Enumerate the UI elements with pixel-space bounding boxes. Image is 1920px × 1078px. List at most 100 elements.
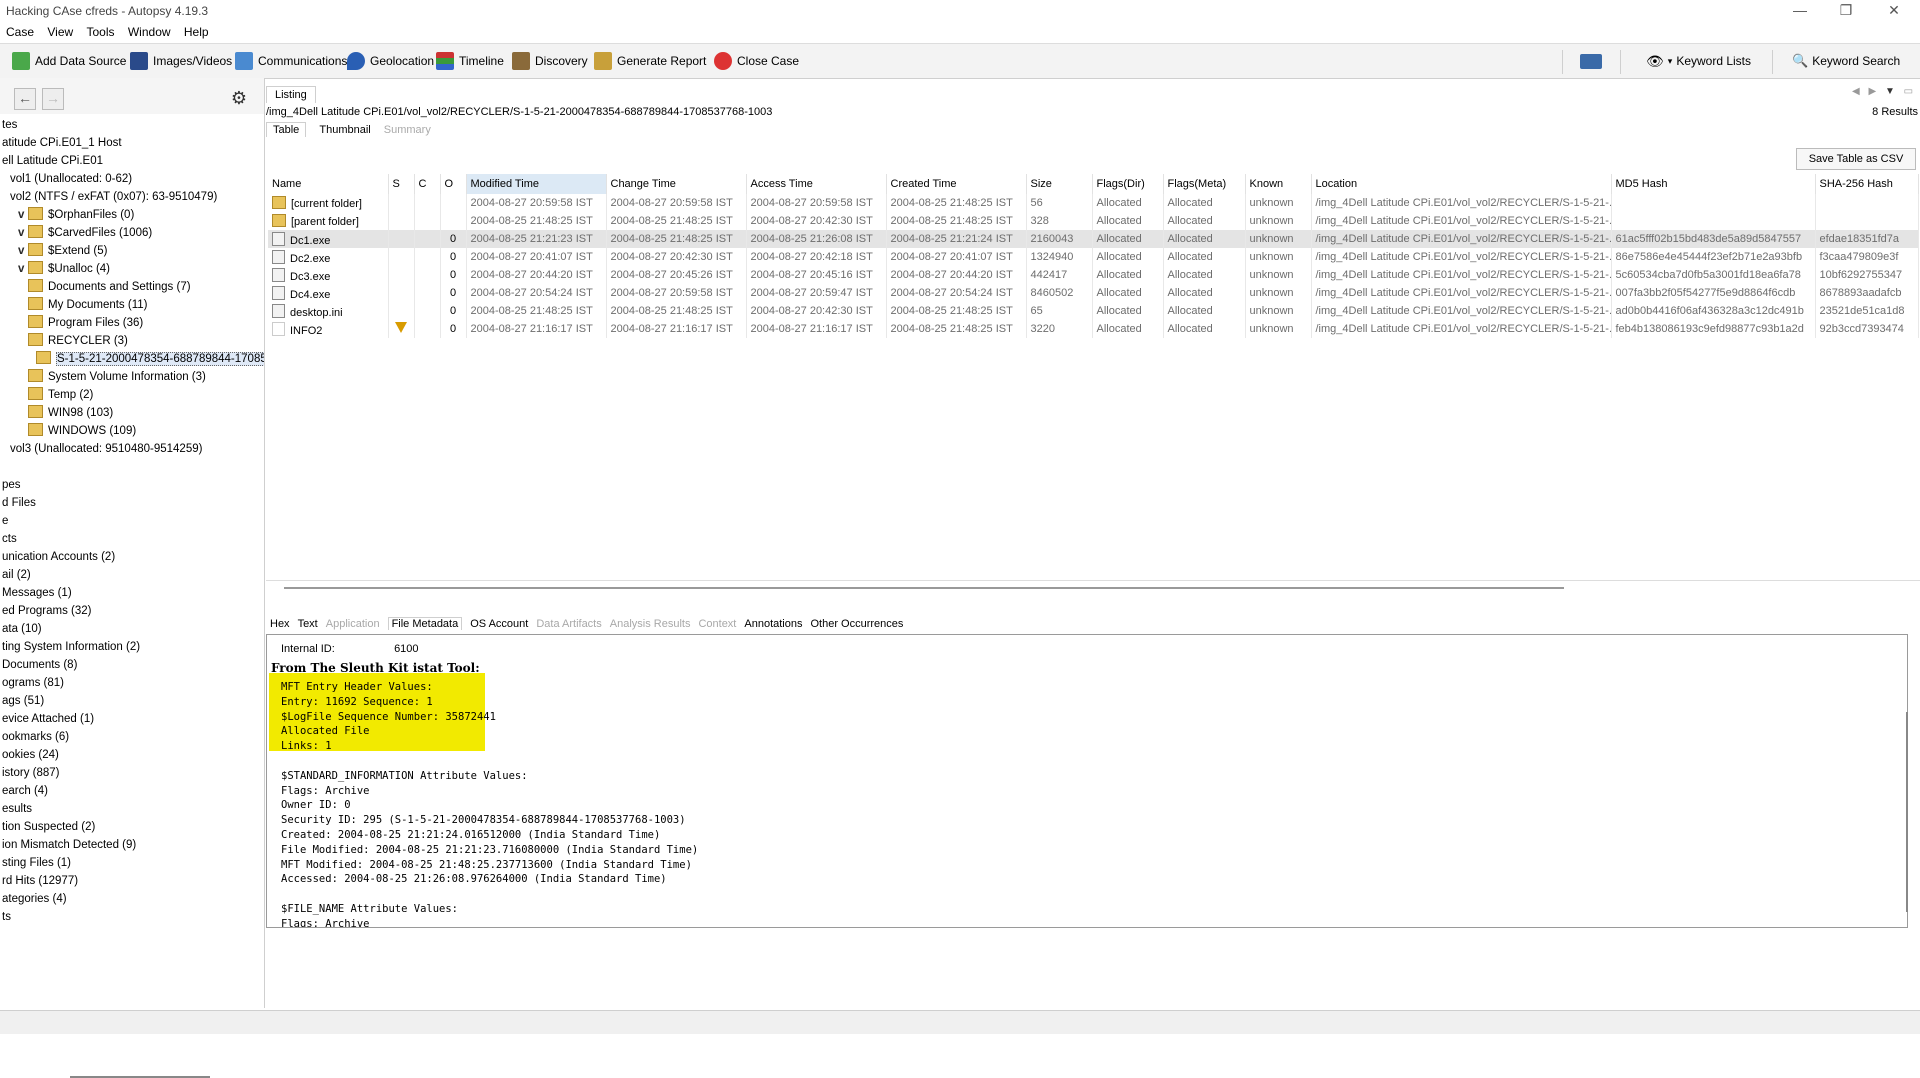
- tree-node[interactable]: WIN98 (103): [0, 404, 264, 422]
- column-header[interactable]: Change Time: [606, 174, 747, 194]
- expand-toggle-icon[interactable]: v: [18, 224, 28, 242]
- tree-node[interactable]: v $Unalloc (4): [0, 260, 264, 278]
- tree-node[interactable]: Messages (1): [0, 584, 264, 602]
- tree-node[interactable]: ed Programs (32): [0, 602, 264, 620]
- column-header[interactable]: Created Time: [886, 174, 1027, 194]
- maximize-button[interactable]: ❐: [1826, 2, 1866, 19]
- menu-window[interactable]: Window: [128, 22, 171, 39]
- tree-node[interactable]: sting Files (1): [0, 854, 264, 872]
- tab-data-artifacts[interactable]: Data Artifacts: [536, 618, 601, 630]
- keyword-search-button[interactable]: 🔍 Keyword Search: [1792, 51, 1900, 71]
- tree-node[interactable]: v $Extend (5): [0, 242, 264, 260]
- tree-node[interactable]: cts: [0, 530, 264, 548]
- save-table-csv-button[interactable]: Save Table as CSV: [1796, 148, 1916, 170]
- column-header[interactable]: C: [414, 174, 441, 194]
- tree-node[interactable]: ts: [0, 908, 264, 926]
- tree-node[interactable]: ata (10): [0, 620, 264, 638]
- tree-node[interactable]: atitude CPi.E01_1 Host: [0, 134, 264, 152]
- menu-case[interactable]: Case: [6, 22, 34, 39]
- column-header[interactable]: Flags(Dir): [1092, 174, 1164, 194]
- tab-hex[interactable]: Hex: [270, 618, 290, 630]
- menu-tools[interactable]: Tools: [87, 22, 115, 39]
- tree-node[interactable]: e: [0, 512, 264, 530]
- column-header[interactable]: Flags(Meta): [1163, 174, 1246, 194]
- column-header[interactable]: Location: [1311, 174, 1612, 194]
- tree-node[interactable]: Documents (8): [0, 656, 264, 674]
- maximize-icon[interactable]: ▭: [1904, 86, 1913, 97]
- menu-view[interactable]: View: [47, 22, 73, 39]
- keyword-lists-button[interactable]: 👁 ▾ Keyword Lists: [1646, 51, 1751, 71]
- tab-thumbnail[interactable]: Thumbnail: [319, 124, 370, 136]
- column-header[interactable]: MD5 Hash: [1611, 174, 1816, 194]
- column-header[interactable]: O: [440, 174, 467, 194]
- tree-node[interactable]: ags (51): [0, 692, 264, 710]
- column-header[interactable]: S: [388, 174, 415, 194]
- tab-application[interactable]: Application: [326, 618, 380, 630]
- table-row[interactable]: [parent folder] 2004-08-25 21:48:25 IST 20…: [268, 212, 1919, 230]
- horizontal-scrollbar[interactable]: [284, 587, 1564, 589]
- tab-analysis-results[interactable]: Analysis Results: [610, 618, 691, 630]
- expand-toggle-icon[interactable]: v: [18, 242, 28, 260]
- tree-node[interactable]: evice Attached (1): [0, 710, 264, 728]
- table-row[interactable]: Dc1.exe 0 2004-08-25 21:21:23 IST 2004-08-2…: [268, 230, 1919, 248]
- tab-os-account[interactable]: OS Account: [470, 618, 528, 630]
- table-row[interactable]: Dc2.exe 0 2004-08-27 20:41:07 IST 2004-08-2…: [268, 248, 1919, 266]
- tree-node[interactable]: unication Accounts (2): [0, 548, 264, 566]
- table-row[interactable]: desktop.ini 0 2004-08-25 21:48:25 IST 2004-…: [268, 302, 1919, 320]
- tree-node[interactable]: ail (2): [0, 566, 264, 584]
- tree-node[interactable]: rd Hits (12977): [0, 872, 264, 890]
- tree-node[interactable]: vol1 (Unallocated: 0-62): [0, 170, 264, 188]
- discovery-button[interactable]: Discovery: [512, 51, 588, 71]
- vertical-scrollbar[interactable]: [1906, 712, 1908, 912]
- tab-listing[interactable]: Listing: [266, 86, 316, 103]
- forward-button[interactable]: →: [42, 88, 64, 110]
- tab-context[interactable]: Context: [698, 618, 736, 630]
- images-videos-button[interactable]: Images/Videos: [130, 51, 232, 71]
- tree-node[interactable]: RECYCLER (3): [0, 332, 264, 350]
- close-case-button[interactable]: Close Case: [714, 51, 799, 71]
- tab-summary[interactable]: Summary: [384, 124, 431, 136]
- expand-toggle-icon[interactable]: v: [18, 206, 28, 224]
- tab-text[interactable]: Text: [298, 618, 318, 630]
- tab-file-metadata[interactable]: File Metadata: [387, 617, 463, 630]
- tree-node[interactable]: esults: [0, 800, 264, 818]
- table-row[interactable]: Dc4.exe 0 2004-08-27 20:54:24 IST 2004-08-2…: [268, 284, 1919, 302]
- tree-node[interactable]: ting System Information (2): [0, 638, 264, 656]
- tab-annotations[interactable]: Annotations: [744, 618, 802, 630]
- tree-node[interactable]: WINDOWS (109): [0, 422, 264, 440]
- tree-node[interactable]: S-1-5-21-2000478354-688789844-1708537768…: [0, 350, 264, 368]
- settings-button[interactable]: ⚙: [229, 88, 249, 108]
- geolocation-button[interactable]: Geolocation: [347, 51, 434, 71]
- timeline-button[interactable]: Timeline: [436, 51, 504, 71]
- tree-node[interactable]: vol2 (NTFS / exFAT (0x07): 63-9510479): [0, 188, 264, 206]
- tree-node[interactable]: ategories (4): [0, 890, 264, 908]
- table-row[interactable]: Dc3.exe 0 2004-08-27 20:44:20 IST 2004-08-2…: [268, 266, 1919, 284]
- column-header[interactable]: SHA-256 Hash: [1815, 174, 1919, 194]
- tree-node[interactable]: My Documents (11): [0, 296, 264, 314]
- column-header[interactable]: Name: [268, 174, 389, 194]
- table-row[interactable]: INFO2 0 2004-08-27 21:16:17 IST 2004-08-27 …: [268, 320, 1919, 338]
- chevron-right-icon[interactable]: ▶: [1868, 86, 1876, 97]
- expand-toggle-icon[interactable]: v: [18, 260, 28, 278]
- tree-node[interactable]: ell Latitude CPi.E01: [0, 152, 264, 170]
- tree-node[interactable]: [0, 458, 264, 476]
- communications-button[interactable]: Communications: [235, 51, 347, 71]
- column-header[interactable]: Modified Time: [466, 174, 607, 194]
- tree-node[interactable]: Documents and Settings (7): [0, 278, 264, 296]
- tree-node[interactable]: System Volume Information (3): [0, 368, 264, 386]
- tree-node[interactable]: ookies (24): [0, 746, 264, 764]
- tree-node[interactable]: ograms (81): [0, 674, 264, 692]
- back-button[interactable]: ←: [14, 88, 36, 110]
- tab-table[interactable]: Table: [266, 122, 307, 137]
- mail-button[interactable]: [1580, 51, 1607, 71]
- tree-node[interactable]: istory (887): [0, 764, 264, 782]
- tree-node[interactable]: v $OrphanFiles (0): [0, 206, 264, 224]
- chevron-down-icon[interactable]: ▼: [1885, 86, 1895, 97]
- column-header[interactable]: Access Time: [746, 174, 887, 194]
- tree-node[interactable]: pes: [0, 476, 264, 494]
- menu-help[interactable]: Help: [184, 22, 209, 39]
- column-header[interactable]: Known: [1245, 174, 1312, 194]
- tree-node[interactable]: d Files: [0, 494, 264, 512]
- tree-node[interactable]: ion Mismatch Detected (9): [0, 836, 264, 854]
- tree-node[interactable]: tes: [0, 116, 264, 134]
